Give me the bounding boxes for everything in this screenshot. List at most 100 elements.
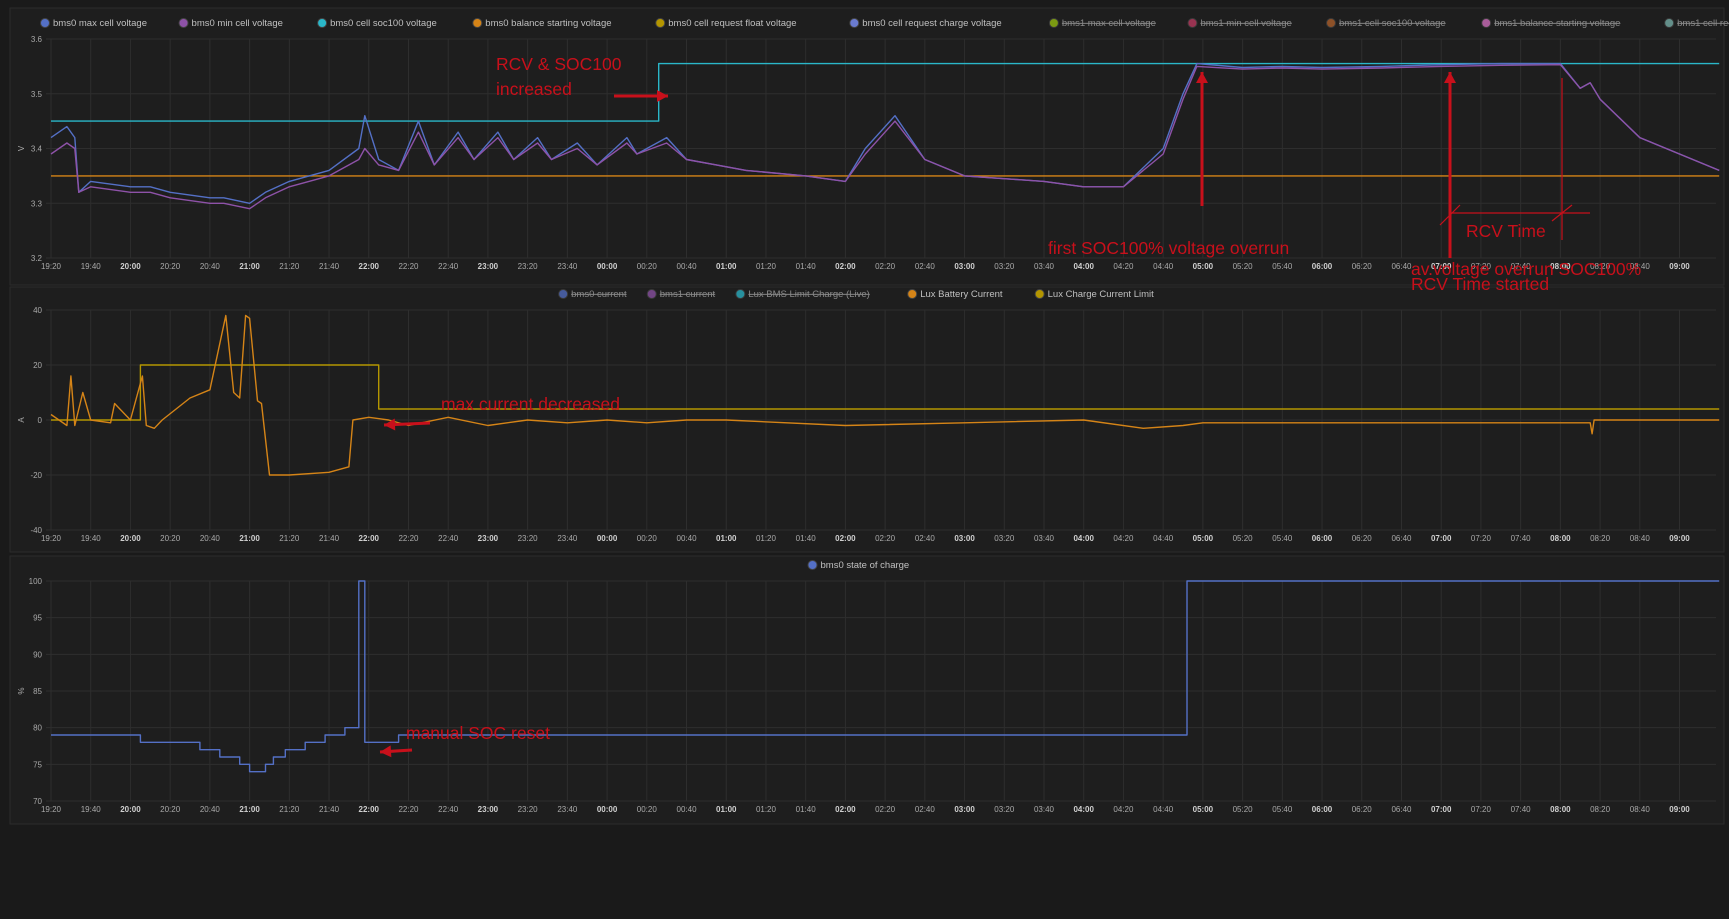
- x-tick-label: 03:40: [1034, 262, 1055, 271]
- y-axis-label: A: [17, 417, 26, 423]
- legend-item[interactable]: bms1 cell soc100 voltage: [1327, 18, 1446, 29]
- x-tick-label: 06:20: [1352, 262, 1373, 271]
- legend-item[interactable]: bms0 cell soc100 voltage: [318, 18, 437, 29]
- legend-swatch: [850, 19, 859, 28]
- x-tick-label: 08:40: [1630, 534, 1651, 543]
- legend-item[interactable]: bms0 max cell voltage: [41, 18, 147, 29]
- x-tick-label: 06:00: [1312, 262, 1333, 271]
- soc-panel: [10, 556, 1724, 824]
- x-tick-label: 06:40: [1391, 262, 1412, 271]
- x-tick-label: 22:20: [398, 805, 419, 814]
- y-axis-label: %: [17, 687, 26, 694]
- x-tick-label: 21:40: [319, 534, 340, 543]
- legend-item[interactable]: Lux BMS Limit Charge (Live): [736, 289, 870, 300]
- x-tick-label: 08:00: [1550, 805, 1571, 814]
- legend-item[interactable]: bms0 cell request charge voltage: [850, 18, 1002, 29]
- x-tick-label: 06:40: [1391, 534, 1412, 543]
- x-tick-label: 08:20: [1590, 805, 1611, 814]
- legend-item[interactable]: bms1 balance starting voltage: [1482, 18, 1621, 29]
- x-tick-label: 01:00: [716, 262, 737, 271]
- x-tick-label: 22:00: [359, 534, 380, 543]
- legend-label: Lux Battery Current: [920, 289, 1003, 300]
- x-tick-label: 03:40: [1034, 534, 1055, 543]
- x-tick-label: 23:00: [478, 534, 499, 543]
- x-tick-label: 04:20: [1113, 534, 1134, 543]
- x-tick-label: 02:40: [915, 262, 936, 271]
- legend-label: bms1 current: [660, 289, 716, 300]
- x-tick-label: 03:20: [994, 262, 1015, 271]
- x-tick-label: 09:00: [1669, 262, 1690, 271]
- legend-label: bms0 max cell voltage: [53, 18, 147, 29]
- x-tick-label: 02:00: [835, 805, 856, 814]
- legend-item[interactable]: bms0 state of charge: [808, 560, 909, 571]
- legend-item[interactable]: Lux Battery Current: [908, 289, 1003, 300]
- x-tick-label: 00:20: [637, 262, 658, 271]
- x-tick-label: 02:20: [875, 262, 896, 271]
- x-tick-label: 22:40: [438, 805, 459, 814]
- legend-swatch: [1049, 19, 1058, 28]
- x-tick-label: 05:40: [1272, 805, 1293, 814]
- x-tick-label: 07:00: [1431, 805, 1452, 814]
- x-tick-label: 07:40: [1511, 534, 1532, 543]
- legend-swatch: [179, 19, 188, 28]
- x-tick-label: 04:40: [1153, 262, 1174, 271]
- legend-swatch: [41, 19, 50, 28]
- x-tick-label: 22:40: [438, 534, 459, 543]
- x-tick-label: 08:20: [1590, 534, 1611, 543]
- legend-label: bms1 cell request float voltage: [1677, 18, 1729, 29]
- y-tick-label: 0: [38, 416, 43, 425]
- legend-label: bms1 max cell voltage: [1062, 18, 1156, 29]
- legend-swatch: [736, 290, 745, 299]
- x-tick-label: 00:20: [637, 805, 658, 814]
- y-axis-label: V: [17, 145, 26, 151]
- x-tick-label: 23:20: [518, 262, 539, 271]
- x-tick-label: 04:40: [1153, 534, 1174, 543]
- legend-item[interactable]: Lux Charge Current Limit: [1035, 289, 1154, 300]
- legend-item[interactable]: bms1 min cell voltage: [1188, 18, 1292, 29]
- legend-item[interactable]: bms0 min cell voltage: [179, 18, 283, 29]
- x-tick-label: 23:00: [478, 805, 499, 814]
- x-tick-label: 21:20: [279, 262, 300, 271]
- x-tick-label: 04:00: [1073, 534, 1094, 543]
- x-tick-label: 23:20: [518, 534, 539, 543]
- y-tick-label: 3.5: [31, 90, 43, 99]
- x-tick-label: 03:40: [1034, 805, 1055, 814]
- legend-item[interactable]: bms0 balance starting voltage: [473, 18, 612, 29]
- x-tick-label: 21:00: [239, 262, 260, 271]
- x-tick-label: 19:20: [41, 534, 62, 543]
- x-tick-label: 23:40: [557, 534, 578, 543]
- x-tick-label: 00:00: [597, 262, 618, 271]
- x-tick-label: 20:00: [120, 805, 141, 814]
- x-tick-label: 03:20: [994, 534, 1015, 543]
- x-tick-label: 04:00: [1073, 805, 1094, 814]
- x-tick-label: 00:40: [677, 262, 698, 271]
- x-tick-label: 19:20: [41, 805, 62, 814]
- legend-label: bms0 min cell voltage: [192, 18, 283, 29]
- y-tick-label: -20: [30, 471, 42, 480]
- x-tick-label: 19:40: [81, 534, 102, 543]
- x-tick-label: 20:20: [160, 534, 181, 543]
- x-tick-label: 06:20: [1352, 534, 1373, 543]
- legend-swatch: [808, 561, 817, 570]
- x-tick-label: 20:40: [200, 805, 221, 814]
- legend-item[interactable]: bms1 max cell voltage: [1049, 18, 1155, 29]
- y-tick-label: 3.3: [31, 199, 43, 208]
- x-tick-label: 04:40: [1153, 805, 1174, 814]
- legend-item[interactable]: bms0 cell request float voltage: [656, 18, 797, 29]
- x-tick-label: 19:20: [41, 262, 62, 271]
- x-tick-label: 01:00: [716, 805, 737, 814]
- legend-label: bms0 cell request charge voltage: [862, 18, 1001, 29]
- legend-label: bms0 state of charge: [821, 560, 910, 571]
- x-tick-label: 05:00: [1193, 805, 1214, 814]
- x-tick-label: 05:00: [1193, 534, 1214, 543]
- x-tick-label: 07:40: [1511, 805, 1532, 814]
- x-tick-label: 05:20: [1233, 262, 1254, 271]
- y-tick-label: 75: [33, 760, 42, 769]
- x-tick-label: 01:40: [796, 805, 817, 814]
- legend-swatch: [1665, 19, 1674, 28]
- y-tick-label: 95: [33, 614, 42, 623]
- x-tick-label: 19:40: [81, 805, 102, 814]
- annotation-increased: increased: [496, 79, 572, 99]
- legend-swatch: [908, 290, 917, 299]
- x-tick-label: 20:20: [160, 805, 181, 814]
